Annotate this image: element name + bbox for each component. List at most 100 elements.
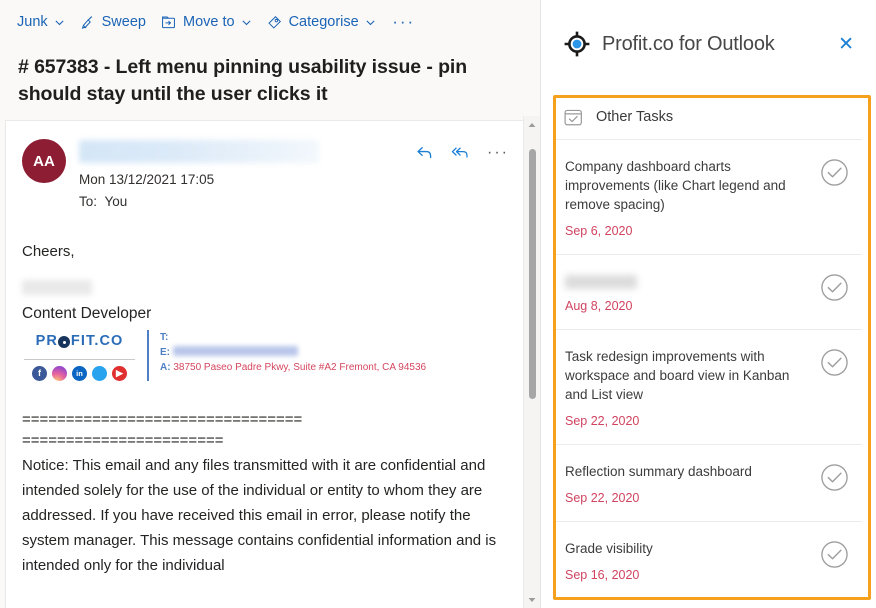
- email-label: E:: [160, 347, 170, 358]
- message-actions: ···: [415, 143, 509, 162]
- message-header: AA Mon 13/12/2021 17:05 To: You ···: [22, 139, 509, 209]
- task-title: Task redesign improvements with workspac…: [565, 349, 790, 402]
- divider-line-1: ================================: [22, 411, 303, 428]
- message-date: Mon 13/12/2021 17:05: [79, 172, 215, 187]
- task-panel-header: Profit.co for Outlook ✕: [541, 0, 876, 88]
- sender-name-redacted: [79, 140, 319, 163]
- junk-label: Junk: [17, 14, 48, 30]
- task-list-item[interactable]: Task redesign improvements with workspac…: [555, 330, 862, 445]
- social-links: f in ▶: [22, 366, 137, 381]
- task-complete-checkbox[interactable]: [818, 462, 850, 492]
- profit-task-panel: Profit.co for Outlook ✕ Other Tasks Comp…: [540, 0, 876, 608]
- move-to-button[interactable]: Move to: [153, 6, 259, 38]
- chevron-down-icon: [365, 17, 376, 28]
- address-label: A:: [160, 362, 171, 373]
- broom-icon: [79, 14, 96, 31]
- task-complete-checkbox[interactable]: [818, 539, 850, 569]
- scrollbar-track[interactable]: [524, 133, 541, 591]
- logo-text-post: FIT.CO: [70, 332, 124, 349]
- task-title: Grade visibility: [565, 541, 653, 556]
- signature-brand: PR FIT.CO f in ▶: [22, 330, 147, 381]
- task-list-item[interactable]: Company dashboard charts improvements (l…: [555, 140, 862, 255]
- divider-line-2: =======================: [22, 432, 224, 449]
- reply-all-icon[interactable]: [450, 143, 471, 162]
- task-complete-checkbox[interactable]: [818, 157, 850, 187]
- confidentiality-notice: Notice: This email and any files transmi…: [22, 457, 497, 574]
- to-label: To:: [79, 194, 98, 209]
- app-root: Junk Sweep Move to Categorise ··· # 6573…: [0, 0, 876, 608]
- chevron-down-icon: [54, 17, 65, 28]
- signature-phone-row: T:: [160, 330, 509, 345]
- phone-label: T:: [160, 332, 169, 343]
- task-content: Aug 8, 2020: [565, 272, 818, 313]
- mail-reading-pane: Junk Sweep Move to Categorise ··· # 6573…: [0, 0, 540, 608]
- task-content: Grade visibility Sep 16, 2020: [565, 539, 818, 582]
- sweep-button[interactable]: Sweep: [72, 6, 153, 38]
- email-value-redacted: [173, 346, 298, 356]
- chevron-down-icon: [241, 17, 252, 28]
- categorise-button[interactable]: Categorise: [259, 6, 383, 38]
- task-date: Sep 22, 2020: [565, 414, 640, 428]
- move-to-label: Move to: [182, 14, 235, 30]
- scroll-down-icon[interactable]: [524, 591, 541, 608]
- task-complete-checkbox[interactable]: [818, 272, 850, 302]
- youtube-icon[interactable]: ▶: [112, 366, 127, 381]
- task-list-item[interactable]: Grade visibility Sep 16, 2020: [555, 522, 862, 598]
- message-body: Cheers, Content Developer PR FIT.CO f in…: [22, 239, 509, 578]
- section-label: Other Tasks: [596, 109, 674, 125]
- task-date: Aug 8, 2020: [565, 299, 633, 313]
- task-content: Task redesign improvements with workspac…: [565, 347, 818, 428]
- message-more-icon[interactable]: ···: [487, 144, 509, 162]
- task-list: Company dashboard charts improvements (l…: [555, 139, 862, 598]
- junk-button[interactable]: Junk: [10, 6, 72, 38]
- task-date: Sep 6, 2020: [565, 224, 633, 238]
- signature-divider: [24, 359, 135, 360]
- reply-icon[interactable]: [415, 143, 434, 162]
- task-list-item[interactable]: Aug 8, 2020: [555, 255, 862, 330]
- profit-target-icon: [563, 30, 591, 58]
- mail-scrollbar[interactable]: [523, 116, 540, 608]
- tag-icon: [266, 14, 283, 31]
- task-content: Company dashboard charts improvements (l…: [565, 157, 818, 238]
- categorise-label: Categorise: [288, 14, 359, 30]
- task-content: Reflection summary dashboard Sep 22, 202…: [565, 462, 818, 505]
- logo-target-icon: [58, 336, 71, 348]
- avatar: AA: [22, 139, 66, 183]
- signature-email-row: E:: [160, 345, 509, 360]
- task-title-redacted: [565, 275, 637, 289]
- facebook-icon[interactable]: f: [32, 366, 47, 381]
- close-icon[interactable]: ✕: [834, 31, 858, 58]
- section-other-tasks[interactable]: Other Tasks: [555, 95, 862, 139]
- disclaimer-block: ================================ =======…: [22, 409, 509, 578]
- task-list-item[interactable]: Reflection summary dashboard Sep 22, 202…: [555, 445, 862, 522]
- address-value: 38750 Paseo Padre Pkwy, Suite #A2 Fremon…: [173, 362, 427, 373]
- sweep-label: Sweep: [101, 14, 146, 30]
- move-folder-icon: [160, 14, 177, 31]
- scrollbar-thumb[interactable]: [528, 149, 536, 399]
- task-complete-checkbox[interactable]: [818, 347, 850, 377]
- instagram-icon[interactable]: [52, 366, 67, 381]
- task-panel-body: Other Tasks Company dashboard charts imp…: [555, 95, 862, 598]
- subject-container: # 657383 - Left menu pinning usability i…: [0, 44, 540, 120]
- mail-toolbar: Junk Sweep Move to Categorise ···: [0, 0, 540, 44]
- page-title: # 657383 - Left menu pinning usability i…: [18, 56, 468, 105]
- task-checkbox-icon: [563, 107, 585, 128]
- signature-address-row: A: 38750 Paseo Padre Pkwy, Suite #A2 Fre…: [160, 360, 509, 375]
- more-commands-button[interactable]: ···: [387, 6, 421, 38]
- message-recipients: To: You: [79, 194, 509, 209]
- to-value: You: [104, 194, 128, 209]
- profit-logo: PR FIT.CO: [22, 330, 137, 352]
- twitter-icon[interactable]: [92, 366, 107, 381]
- scroll-up-icon[interactable]: [524, 116, 541, 133]
- task-date: Sep 22, 2020: [565, 491, 640, 505]
- logo-text-pre: PR: [35, 332, 58, 349]
- task-title: Company dashboard charts improvements (l…: [565, 159, 786, 212]
- linkedin-icon[interactable]: in: [72, 366, 87, 381]
- signature-contact: T: E: A: 38750 Paseo Padre Pkwy, Suite #…: [147, 330, 509, 381]
- greeting-text: Cheers,: [22, 243, 75, 260]
- message-card: AA Mon 13/12/2021 17:05 To: You ··· Chee…: [5, 120, 530, 608]
- sender-signature-name-redacted: [22, 280, 92, 295]
- signature-block: PR FIT.CO f in ▶ T: E: A: 38750 Paseo Pa…: [22, 330, 509, 381]
- task-panel-title: Profit.co for Outlook: [602, 32, 775, 55]
- task-date: Sep 16, 2020: [565, 568, 640, 582]
